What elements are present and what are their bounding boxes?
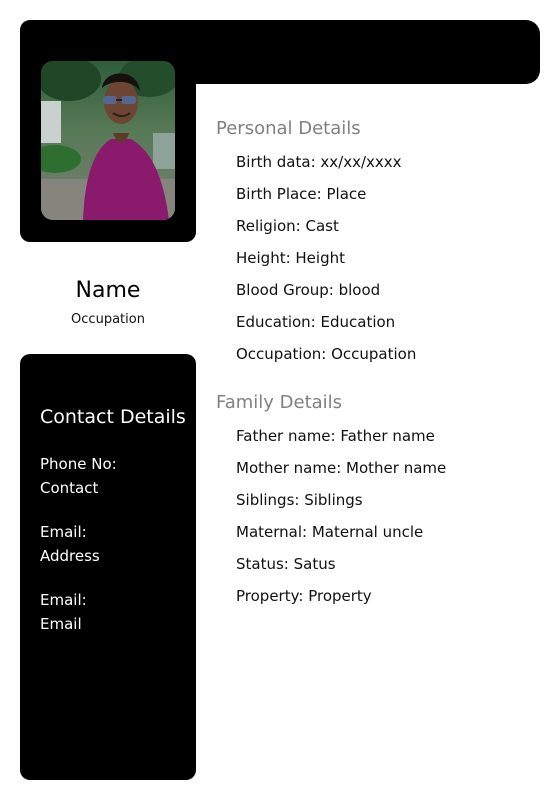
personal-details-title: Personal Details bbox=[216, 118, 361, 139]
personal-birth-place: Birth Place: Place bbox=[236, 185, 367, 203]
family-mother-name: Mother name: Mother name bbox=[236, 459, 447, 477]
personal-blood-group: Blood Group: blood bbox=[236, 281, 381, 299]
family-property: Property: Property bbox=[236, 587, 372, 605]
contact-phone: Phone No: Contact bbox=[40, 452, 117, 500]
contact-email-address-value: Address bbox=[40, 547, 100, 565]
personal-height: Height: Height bbox=[236, 249, 345, 267]
personal-education: Education: Education bbox=[236, 313, 396, 331]
family-status: Status: Satus bbox=[236, 555, 336, 573]
contact-email: Email: Email bbox=[40, 588, 87, 636]
family-details-list: Father name: Father name Mother name: Mo… bbox=[236, 420, 446, 612]
contact-email-address: Email: Address bbox=[40, 520, 100, 568]
contact-phone-value: Contact bbox=[40, 479, 99, 497]
personal-details-list: Birth data: xx/xx/xxxx Birth Place: Plac… bbox=[236, 146, 416, 370]
family-father-name: Father name: Father name bbox=[236, 427, 435, 445]
contact-title: Contact Details bbox=[40, 406, 186, 428]
personal-occupation: Occupation: Occupation bbox=[236, 345, 417, 363]
contact-email-label: Email: bbox=[40, 523, 87, 541]
profile-occupation: Occupation bbox=[71, 312, 145, 327]
family-maternal: Maternal: Maternal uncle bbox=[236, 523, 424, 541]
contact-phone-label: Phone No: bbox=[40, 455, 117, 473]
personal-religion: Religion: Cast bbox=[236, 217, 339, 235]
contact-email-value: Email bbox=[40, 615, 82, 633]
profile-name: Name bbox=[75, 278, 141, 303]
family-siblings: Siblings: Siblings bbox=[236, 491, 363, 509]
contact-email-label-2: Email: bbox=[40, 591, 87, 609]
contact-card: Contact Details Phone No: Contact Email:… bbox=[20, 354, 196, 780]
personal-birth-date: Birth data: xx/xx/xxxx bbox=[236, 153, 402, 171]
profile-photo bbox=[41, 61, 175, 220]
family-details-title: Family Details bbox=[216, 392, 343, 413]
